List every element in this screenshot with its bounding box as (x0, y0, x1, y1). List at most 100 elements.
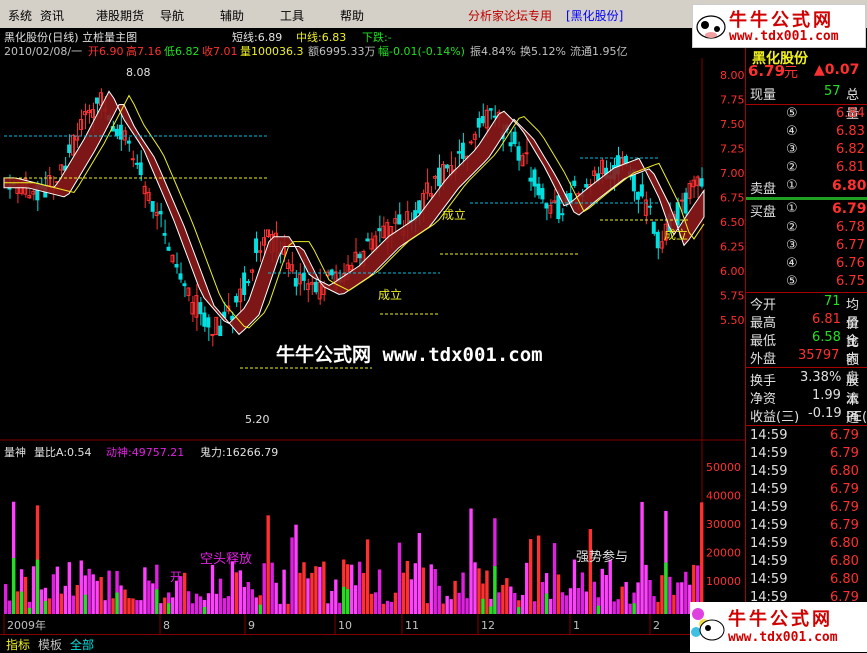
menu-help[interactable]: 帮助 (340, 7, 364, 24)
volume-bar (532, 601, 537, 614)
volume-bar (47, 598, 52, 614)
tab-template[interactable]: 模板 (38, 636, 62, 653)
buy-idx-2: ② (786, 220, 798, 235)
volume-bar (182, 572, 187, 614)
candle-body (433, 176, 438, 179)
volume-bar (397, 542, 402, 614)
candle-body (138, 162, 143, 176)
candle-body (134, 162, 139, 165)
candle-body (293, 278, 298, 287)
buy-price-2: 6.78 (836, 220, 865, 235)
menu-navigation[interactable]: 导航 (160, 7, 184, 24)
volume-bar (103, 600, 107, 614)
candle-body (98, 92, 103, 106)
tick-time: 14:59 (750, 482, 788, 497)
tick-price: 6.79 (830, 500, 859, 515)
menu-info[interactable]: 资讯 (40, 7, 64, 24)
volume-bar (242, 586, 247, 614)
quote-nowvol-label: 现量 (750, 88, 777, 103)
tab-all[interactable]: 全部 (70, 636, 94, 653)
volume-bar (425, 603, 429, 614)
tick-time: 14:59 (750, 464, 788, 479)
menu-system[interactable]: 系统 (8, 7, 32, 24)
volume-bar (226, 596, 231, 614)
price-axis-label: 7.25 (720, 143, 745, 156)
volume-bar (680, 582, 684, 614)
buy-idx-1: ① (786, 201, 798, 216)
volume-bar (222, 598, 227, 614)
price-axis-label: 5.50 (720, 314, 745, 327)
bottom-tabs: 指标 模板 全部 (0, 634, 745, 653)
price-axis-label: 5.75 (720, 290, 745, 303)
tick-time: 14:59 (750, 554, 788, 569)
volume-bar (449, 599, 453, 614)
volume-bar (250, 589, 254, 614)
price-axis-label: 6.50 (720, 216, 745, 229)
volume-bar (119, 585, 123, 614)
volume-bar (648, 580, 652, 614)
volume-bar (373, 592, 378, 614)
tick-time: 14:59 (750, 446, 788, 461)
volume-bar (290, 537, 294, 614)
sell-price-2: 6.81 (836, 160, 865, 175)
volume-bar (91, 574, 95, 614)
volume-bar (600, 568, 604, 614)
volume-bar (190, 603, 195, 614)
stat-turnover-label: 换手 (750, 374, 777, 389)
candle-body (556, 195, 561, 220)
candle-body (158, 210, 163, 215)
x-axis-label: 10 (338, 619, 352, 632)
candle-body (528, 177, 533, 182)
volume-bar (87, 568, 91, 614)
volume-bar (700, 502, 704, 614)
volume-bar (266, 515, 270, 614)
stat-outer-value: 35797 (798, 348, 840, 363)
volume-bar (147, 580, 151, 614)
menu-assist[interactable]: 辅助 (220, 7, 244, 24)
stat-eps-label: 收益(三) (750, 410, 800, 425)
candle-body (476, 118, 481, 128)
volume-bar (469, 508, 473, 614)
volume-bar (497, 592, 501, 614)
volume-bar (151, 583, 155, 614)
volume-bar (413, 563, 418, 614)
buy-price-5: 6.75 (836, 274, 865, 289)
volume-bar (159, 603, 163, 614)
stat-turnover-value: 3.38% (800, 370, 842, 385)
volume-bar (71, 595, 75, 614)
candle-body (150, 201, 155, 212)
candle-body (166, 246, 171, 251)
candle-body (468, 141, 473, 144)
volume-bar (644, 564, 648, 614)
volume-bar (139, 600, 143, 614)
sell-row-4: ④ 6.83 (746, 124, 867, 142)
volume-bar-green (167, 603, 171, 614)
candle-body (683, 192, 688, 214)
menu-hk-futures[interactable]: 港股期货 (96, 7, 144, 24)
candle-body (639, 184, 644, 197)
menu-tools[interactable]: 工具 (280, 7, 304, 24)
volume-bar (628, 603, 632, 614)
stat-eps-right: PE(动) (846, 410, 867, 425)
logo-top-url: www.tdx001.com (729, 29, 839, 44)
candle-body (560, 213, 565, 216)
chart-area[interactable]: 黑化股份(日线) 立桩量主图 短线:6.89 中线:6.83 下跌:- 2010… (0, 28, 745, 634)
buy-price-1: 6.79 (832, 201, 867, 217)
stat-netasset-label: 净资 (750, 392, 777, 407)
volume-bar-green (489, 606, 493, 614)
tab-indicator[interactable]: 指标 (6, 636, 30, 653)
signal-label-2: 成立 (378, 288, 403, 302)
volume-bar (31, 566, 36, 614)
candle-body (397, 214, 402, 225)
volume-bar-green (35, 559, 40, 614)
volume-bar-green (346, 589, 350, 614)
volume-bar (330, 590, 334, 614)
volume-bar (381, 603, 386, 614)
volume-bar (234, 572, 239, 614)
volume-bar (624, 581, 628, 614)
x-axis-label: 12 (481, 619, 495, 632)
candle-body (313, 281, 318, 293)
x-axis-label: 11 (405, 619, 419, 632)
candle-body (584, 184, 589, 188)
candle-body (198, 302, 203, 315)
